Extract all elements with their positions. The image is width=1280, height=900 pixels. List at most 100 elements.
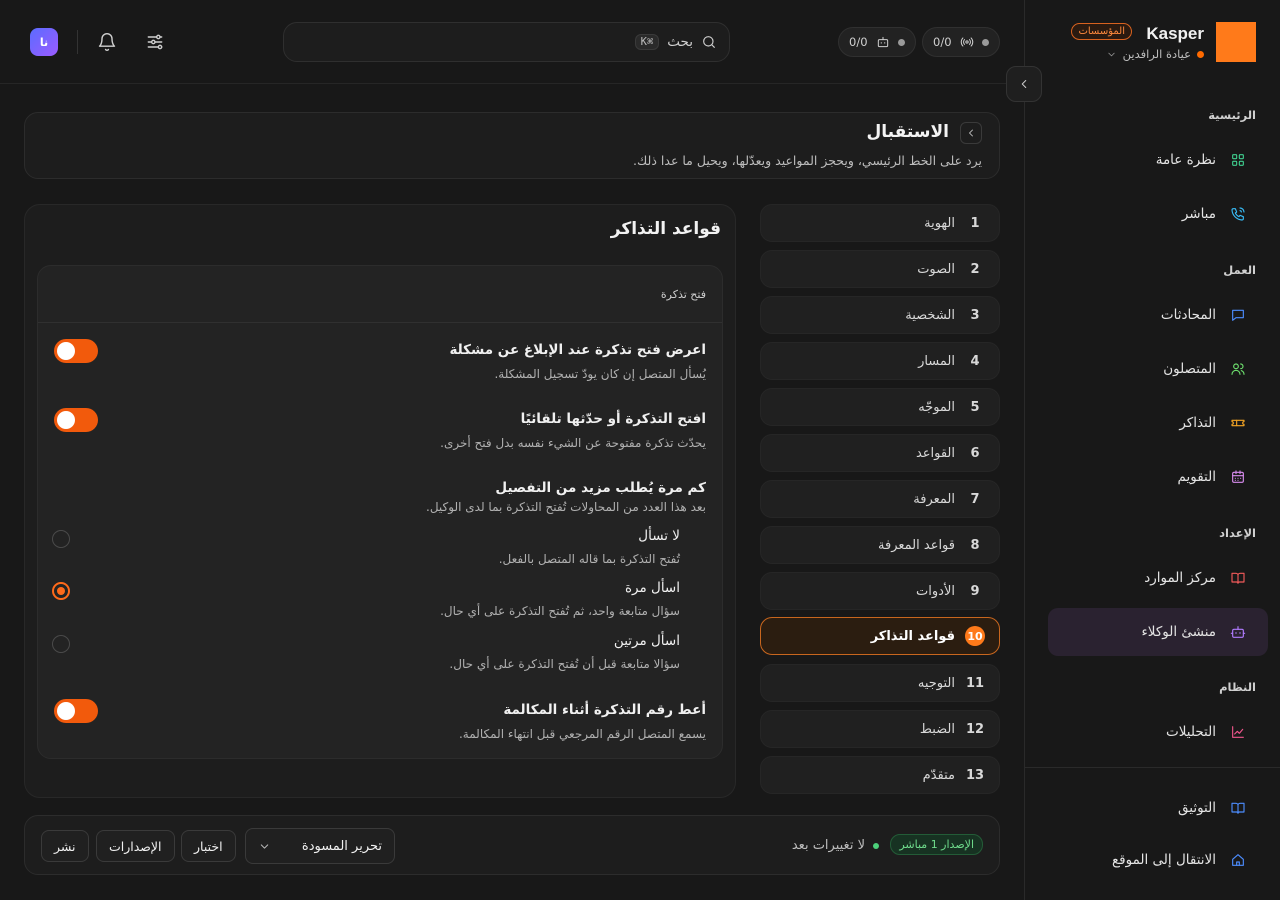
topbar-divider xyxy=(77,30,78,54)
ticket-rules-panel: قواعد التذاكر فتح تذكرة اعرض فتح تذكرة ع… xyxy=(24,204,736,798)
step-item[interactable]: 11 التوجيه xyxy=(760,664,1000,702)
back-button[interactable] xyxy=(960,122,982,144)
step-item[interactable]: 12 الضبط xyxy=(760,710,1000,748)
org-status-dot xyxy=(1197,50,1204,58)
detail-question-title: كم مرة يُطلب مزيد من التفصيل xyxy=(495,480,706,496)
step-number: 1 xyxy=(970,215,980,231)
sidebar-item-conversations[interactable]: المحادثات xyxy=(1048,291,1268,339)
step-label: الأدوات xyxy=(916,583,955,599)
action-bar: الإصدار 1 مباشر لا تغييرات بعد تحرير الم… xyxy=(24,815,1000,875)
bot-icon xyxy=(876,35,890,49)
step-item[interactable]: 8 قواعد المعرفة xyxy=(760,526,1000,564)
org-name: عيادة الرافدين xyxy=(1122,47,1191,61)
radio-button-checked[interactable] xyxy=(52,582,70,600)
chart-line-icon xyxy=(1230,724,1246,740)
step-label: القواعد xyxy=(915,445,955,461)
test-button[interactable]: اختبار xyxy=(181,830,236,862)
sidebar-item-label: منشئ الوكلاء xyxy=(1141,624,1216,640)
phone-call-icon xyxy=(1230,206,1246,222)
radio-button[interactable] xyxy=(52,530,70,548)
option-title: افتح التذكرة أو حدّثها تلقائيًا xyxy=(520,411,706,427)
sidebar-collapse-button[interactable] xyxy=(1006,66,1042,102)
sidebar-item-resources[interactable]: مركز الموارد xyxy=(1048,554,1268,602)
sidebar-item-analytics[interactable]: التحليلات xyxy=(1048,708,1268,756)
radio-title: اسأل مرة xyxy=(624,580,680,596)
live-status-dot xyxy=(873,843,879,849)
offer-ticket-toggle[interactable] xyxy=(54,339,98,363)
section-label: فتح تذكرة xyxy=(660,288,706,301)
sidebar-section-work: العمل xyxy=(1223,263,1256,277)
version-badge: الإصدار 1 مباشر xyxy=(890,834,983,855)
sidebar-item-label: مباشر xyxy=(1181,206,1216,222)
step-number: 12 xyxy=(965,721,985,737)
step-number: 8 xyxy=(970,537,980,553)
step-item[interactable]: 9 الأدوات xyxy=(760,572,1000,610)
auto-open-ticket-toggle[interactable] xyxy=(54,408,98,432)
broadcast-icon xyxy=(960,35,974,49)
sidebar-item-label: مركز الموارد xyxy=(1144,570,1216,586)
chevron-down-icon xyxy=(258,840,271,853)
sidebar-item-callers[interactable]: المتصلون xyxy=(1048,345,1268,393)
radio-button[interactable] xyxy=(52,635,70,653)
panel-title: قواعد التذاكر xyxy=(610,219,721,239)
radio-description: سؤال متابعة واحد، ثم تُفتح التذكرة على أ… xyxy=(440,604,680,618)
page-subtitle: يرد على الخط الرئيسي، ويحجز المواعيد ويع… xyxy=(633,153,982,168)
notifications-icon[interactable] xyxy=(97,32,117,52)
step-number: 13 xyxy=(965,767,985,783)
page-header: الاستقبال يرد على الخط الرئيسي، ويحجز ال… xyxy=(24,112,1000,179)
home-icon xyxy=(1230,852,1246,868)
sidebar-item-label: الانتقال إلى الموقع xyxy=(1111,852,1216,868)
sidebar-item-docs[interactable]: التوثيق xyxy=(1048,784,1268,832)
step-item[interactable]: 6 القواعد xyxy=(760,434,1000,472)
step-item[interactable]: 2 الصوت xyxy=(760,250,1000,288)
option-description: يُسأل المتصل إن كان يودّ تسجيل المشكلة. xyxy=(494,367,706,381)
sidebar-item-agent-builder[interactable]: منشئ الوكلاء xyxy=(1048,608,1268,656)
sidebar-item-label: التوثيق xyxy=(1177,800,1216,816)
search-label: بحث xyxy=(667,34,693,50)
user-avatar[interactable]: نا xyxy=(30,28,58,56)
versions-button[interactable]: الإصدارات xyxy=(96,830,175,862)
step-item[interactable]: 13 متقدّم xyxy=(760,756,1000,794)
sliders-icon[interactable] xyxy=(145,32,165,52)
status-dot xyxy=(981,38,989,46)
sidebar-divider xyxy=(1024,767,1280,768)
step-item[interactable]: 4 المسار xyxy=(760,342,1000,380)
publish-button[interactable]: نشر xyxy=(41,830,89,862)
search-bar[interactable]: بحث ⌘K xyxy=(283,22,730,62)
step-item[interactable]: 5 الموجّه xyxy=(760,388,1000,426)
brand[interactable]: Kasper المؤسسات عيادة الرافدين xyxy=(1046,22,1256,62)
radio-option-ask-twice[interactable]: اسأل مرتين سؤالا متابعة قبل أن تُفتح الت… xyxy=(52,633,706,677)
sidebar-item-tickets[interactable]: التذاكر xyxy=(1048,399,1268,447)
sidebar-item-calendar[interactable]: التقويم xyxy=(1048,453,1268,501)
org-switcher[interactable]: عيادة الرافدين xyxy=(1106,47,1204,61)
sidebar-section-home: الرئيسية xyxy=(1208,108,1256,122)
radio-option-dont-ask[interactable]: لا تسأل تُفتح التذكرة بما قاله المتصل با… xyxy=(52,528,706,572)
changes-status: لا تغييرات بعد xyxy=(791,838,865,853)
give-ticket-number-toggle[interactable] xyxy=(54,699,98,723)
page-title: الاستقبال xyxy=(866,122,949,142)
step-item[interactable]: 7 المعرفة xyxy=(760,480,1000,518)
grid-icon xyxy=(1230,152,1246,168)
live-calls-pill[interactable]: 0/0 xyxy=(922,27,1000,57)
step-number: 5 xyxy=(970,399,980,415)
sidebar-section-system: النظام xyxy=(1219,680,1256,694)
sidebar-item-overview[interactable]: نظرة عامة xyxy=(1048,136,1268,184)
top-bar: نا بحث ⌘K 0/0 0/0 xyxy=(0,0,1024,84)
sidebar-item-live[interactable]: مباشر xyxy=(1048,190,1268,238)
step-label: الشخصية xyxy=(905,307,955,323)
sidebar: Kasper المؤسسات عيادة الرافدين الرئيسية … xyxy=(1024,0,1280,900)
sidebar-item-go-to-site[interactable]: الانتقال إلى الموقع xyxy=(1048,836,1268,884)
sidebar-item-label: المتصلون xyxy=(1163,361,1216,377)
active-agents-pill[interactable]: 0/0 xyxy=(838,27,916,57)
step-item-active[interactable]: 10 قواعد التذاكر xyxy=(760,617,1000,655)
step-item[interactable]: 1 الهوية xyxy=(760,204,1000,242)
radio-option-ask-once[interactable]: اسأل مرة سؤال متابعة واحد، ثم تُفتح التذ… xyxy=(52,580,706,624)
step-label: قواعد التذاكر xyxy=(870,628,955,644)
section-divider xyxy=(38,322,722,323)
plan-badge: المؤسسات xyxy=(1071,23,1132,40)
step-item[interactable]: 3 الشخصية xyxy=(760,296,1000,334)
step-number: 10 xyxy=(965,626,985,646)
step-label: الضبط xyxy=(919,721,955,737)
step-label: الموجّه xyxy=(918,399,955,415)
edit-mode-select[interactable]: تحرير المسودة xyxy=(245,828,395,864)
